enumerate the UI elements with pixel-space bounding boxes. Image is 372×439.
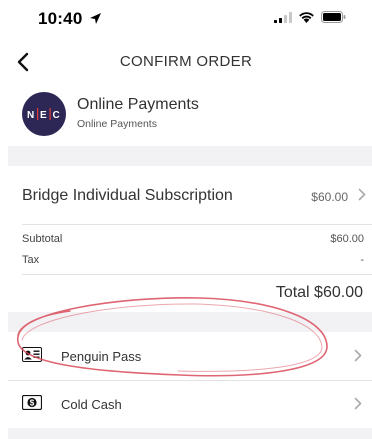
divider bbox=[22, 274, 372, 275]
nec-logo-icon: N E C bbox=[27, 108, 60, 121]
divider bbox=[22, 224, 372, 225]
logo-letter-c: C bbox=[53, 110, 60, 121]
payment-method-penguin-pass[interactable]: Penguin Pass bbox=[8, 332, 372, 380]
section-separator bbox=[8, 312, 372, 332]
status-time: 10:40 bbox=[38, 9, 102, 29]
merchant-subtitle: Online Payments bbox=[77, 118, 157, 130]
subtotal-row: Subtotal $60.00 bbox=[22, 233, 364, 245]
merchant-logo: N E C bbox=[22, 92, 66, 136]
svg-text:$: $ bbox=[30, 399, 35, 408]
chevron-right-icon bbox=[354, 397, 362, 410]
merchant-name: Online Payments bbox=[77, 96, 199, 113]
signal-icon bbox=[274, 11, 292, 23]
subtotal-value: $60.00 bbox=[330, 233, 364, 245]
logo-letter-e: E bbox=[40, 110, 47, 121]
wifi-icon bbox=[299, 12, 314, 23]
logo-letter-n: N bbox=[27, 110, 34, 121]
tax-value: - bbox=[360, 254, 364, 266]
location-arrow-icon bbox=[90, 13, 102, 24]
cash-icon: $ bbox=[22, 395, 42, 410]
payment-method-label: Cold Cash bbox=[61, 397, 122, 412]
nav-bar: CONFIRM ORDER bbox=[0, 42, 372, 82]
id-card-icon bbox=[22, 347, 42, 362]
subtotal-label: Subtotal bbox=[22, 233, 63, 245]
tax-row: Tax - bbox=[22, 254, 364, 266]
tax-label: Tax bbox=[22, 254, 40, 266]
status-icons bbox=[274, 11, 346, 23]
status-bar: 10:40 bbox=[0, 0, 372, 38]
chevron-right-icon bbox=[354, 349, 362, 362]
section-separator bbox=[8, 428, 372, 439]
payment-method-label: Penguin Pass bbox=[61, 349, 142, 364]
clock-text: 10:40 bbox=[38, 9, 83, 28]
order-item-row[interactable]: Bridge Individual Subscription $60.00 bbox=[8, 166, 372, 224]
order-total: Total $60.00 bbox=[275, 284, 363, 301]
section-separator bbox=[8, 146, 372, 166]
item-name: Bridge Individual Subscription bbox=[22, 187, 233, 204]
page-title: CONFIRM ORDER bbox=[119, 53, 253, 70]
merchant-header: N E C Online Payments Online Payments bbox=[0, 88, 372, 144]
battery-icon bbox=[321, 11, 346, 23]
chevron-right-icon bbox=[358, 188, 366, 201]
payment-method-cold-cash[interactable]: $ Cold Cash bbox=[8, 380, 372, 428]
item-price: $60.00 bbox=[311, 190, 348, 204]
